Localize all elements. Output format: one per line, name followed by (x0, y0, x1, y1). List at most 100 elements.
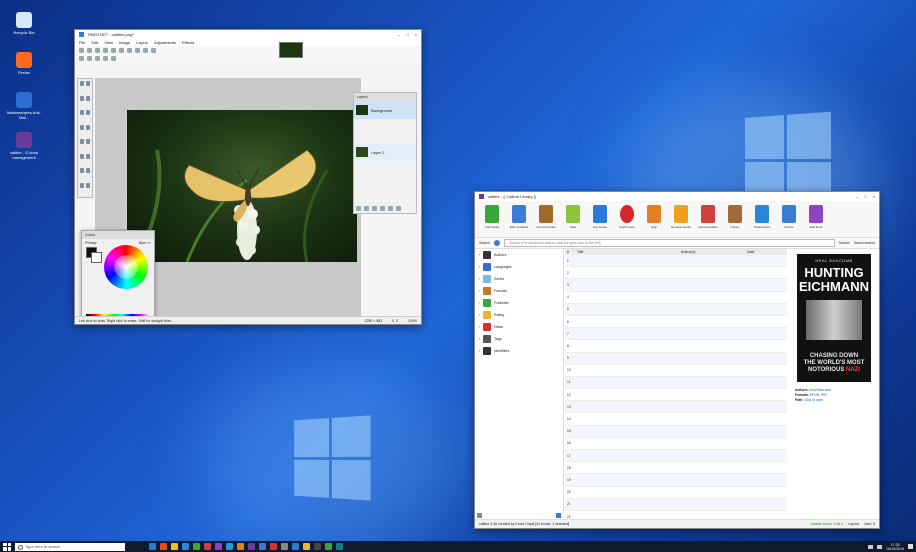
tag-browser-item[interactable]: › Rating (475, 309, 563, 321)
settings-icon[interactable] (151, 47, 156, 53)
table-row[interactable]: 17 (565, 450, 787, 463)
close-icon[interactable]: × (873, 194, 875, 199)
zoom-level[interactable]: 100% (408, 319, 417, 323)
expand-arrow-icon[interactable]: › (479, 277, 480, 281)
toolbar-button[interactable]: Add books (481, 205, 503, 229)
expand-arrow-icon[interactable]: › (479, 313, 480, 317)
expand-arrow-icon[interactable]: › (479, 349, 480, 353)
minimize-icon[interactable]: – (398, 32, 400, 37)
column-header[interactable]: Title (575, 250, 679, 254)
menu-item[interactable]: Edit (91, 40, 98, 45)
tag-browser-item[interactable]: › Publisher (475, 297, 563, 309)
taskbar-app-icon[interactable] (149, 543, 156, 550)
table-row[interactable]: 15 (565, 425, 787, 438)
formats-link[interactable]: EPUB, PDF (810, 393, 827, 397)
table-row[interactable]: 2 (565, 267, 787, 280)
expand-arrow-icon[interactable]: › (479, 265, 480, 269)
desktop-icon[interactable]: Malwarebytes Anti-Mal... (4, 92, 44, 120)
table-row[interactable]: 21 (565, 498, 787, 511)
close-icon[interactable]: × (415, 32, 417, 37)
grid-icon[interactable] (143, 47, 148, 53)
taskbar-app-icon[interactable] (215, 543, 222, 550)
toolbar-button[interactable]: Help (643, 205, 665, 229)
taskbar-app-icon[interactable] (292, 543, 299, 550)
toolbar-button[interactable]: Edit metadata (508, 205, 530, 229)
move-up-icon[interactable] (380, 206, 385, 211)
network-icon[interactable] (868, 544, 874, 549)
move-down-icon[interactable] (388, 206, 393, 211)
table-row[interactable]: 10 (565, 365, 787, 377)
expand-arrow-icon[interactable]: › (479, 253, 480, 257)
calibre-window[interactable]: calibre - || Calibre Library || – □ × Ad… (474, 191, 880, 529)
eraser-tool-icon[interactable] (80, 139, 84, 144)
redo-icon[interactable] (135, 47, 140, 53)
tool-option-icon[interactable] (111, 55, 116, 61)
table-row[interactable]: 16 (565, 438, 787, 450)
toolbar-button[interactable]: Device (778, 205, 800, 229)
line-tool-icon[interactable] (86, 168, 90, 173)
taskbar-app-icon[interactable] (193, 543, 200, 550)
expand-arrow-icon[interactable]: › (479, 325, 480, 329)
menu-item[interactable]: Image (119, 40, 130, 45)
toolbar-button[interactable]: Convert books (535, 205, 557, 229)
shape-tool-icon[interactable] (80, 182, 84, 188)
column-header[interactable]: # (565, 250, 575, 254)
taskbar-app-icon[interactable] (270, 543, 277, 550)
table-row[interactable]: 12 (565, 389, 787, 402)
taskbar-app-icon[interactable] (314, 543, 321, 550)
table-row[interactable]: 3 (565, 279, 787, 292)
toolbar-button[interactable]: Connect/share (697, 205, 719, 229)
menu-item[interactable]: File (79, 40, 85, 45)
bucket-tool-icon[interactable] (86, 110, 90, 115)
toolbar-button[interactable]: Get books (589, 205, 611, 229)
tag-browser-item[interactable]: › Languages (475, 261, 563, 273)
brush-tool-icon[interactable] (86, 124, 90, 130)
toolbar-button[interactable]: Fetch news (616, 205, 638, 229)
expand-arrow-icon[interactable]: › (479, 301, 480, 305)
pencil-tool-icon[interactable] (86, 139, 90, 144)
layer-properties-icon[interactable] (396, 206, 401, 211)
taskbar-app-icon[interactable] (171, 543, 178, 550)
maximize-icon[interactable]: □ (406, 32, 408, 37)
toolbar-button[interactable]: Library (724, 205, 746, 229)
paint-window[interactable]: PAINT.NET - untitled.png* – □ × File Edit… (74, 29, 422, 325)
tag-browser-item[interactable]: › Tags (475, 333, 563, 345)
image-thumbnail[interactable] (279, 42, 303, 58)
butterfly-photo[interactable] (127, 110, 357, 262)
table-row[interactable]: 14 (565, 413, 787, 426)
menu-item[interactable]: Layers (136, 40, 148, 45)
table-row[interactable]: 8 (565, 340, 787, 353)
taskbar-app-icon[interactable] (160, 543, 167, 550)
desktop-icon[interactable]: Firefox (4, 52, 44, 75)
configure-icon[interactable] (477, 512, 482, 518)
author-link[interactable]: Neal Bascomb (810, 388, 831, 392)
secondary-swatch[interactable] (91, 252, 102, 263)
wand-tool-icon[interactable] (80, 110, 84, 115)
new-icon[interactable] (79, 47, 84, 53)
search-input[interactable]: Search (For advanced search click the ge… (504, 239, 835, 247)
tag-browser-item[interactable]: › Identifiers (475, 345, 563, 357)
title-bar[interactable]: calibre - || Calibre Library || – □ × (475, 192, 879, 201)
jobs-indicator[interactable]: Jobs: 0 (864, 522, 875, 526)
taskbar-app-icon[interactable] (325, 543, 332, 550)
taskbar-app-icon[interactable] (248, 543, 255, 550)
search-button[interactable]: Search (839, 241, 850, 245)
move-tool-icon[interactable] (86, 81, 90, 86)
picker-tool-icon[interactable] (86, 182, 90, 188)
taskbar-app-icon[interactable] (336, 543, 343, 550)
zoom-tool-icon[interactable] (86, 95, 90, 101)
saved-search-button[interactable]: Saved search (854, 241, 875, 245)
table-row[interactable]: 11 (565, 376, 787, 390)
table-row[interactable]: 1 (565, 255, 787, 268)
delete-layer-icon[interactable] (364, 206, 369, 211)
maximize-icon[interactable]: □ (864, 194, 866, 199)
tool-option-icon[interactable] (103, 55, 108, 61)
menu-item[interactable]: View (104, 40, 113, 45)
path-link[interactable]: Click to open (804, 398, 823, 402)
menu-item[interactable]: Adjustments (154, 40, 176, 45)
add-layer-icon[interactable] (356, 206, 361, 211)
minimize-icon[interactable]: – (856, 194, 858, 199)
save-icon[interactable] (95, 47, 100, 53)
expand-arrow-icon[interactable]: › (479, 289, 480, 293)
copy-icon[interactable] (111, 47, 116, 53)
